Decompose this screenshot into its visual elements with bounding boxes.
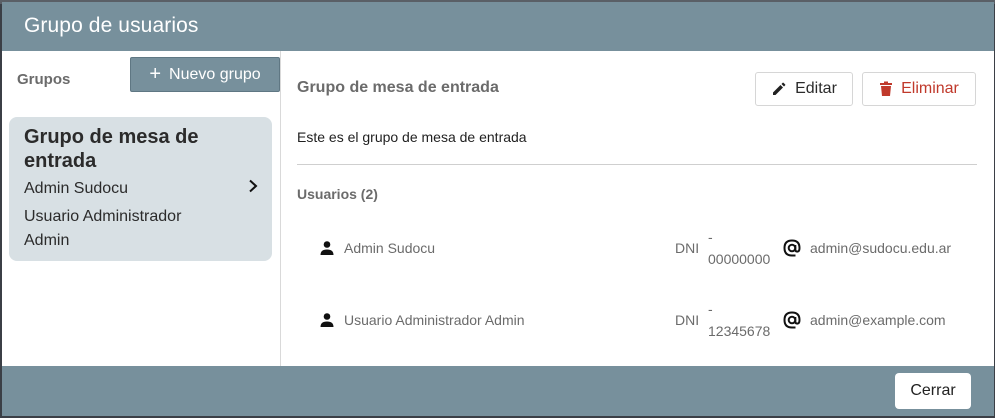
new-group-label: Nuevo grupo — [169, 65, 261, 83]
user-name: Usuario Administrador Admin — [344, 312, 525, 328]
dni-label: DNI — [675, 312, 700, 328]
groups-sidebar: Grupos + Nuevo grupo Grupo de mesa de en… — [2, 51, 281, 366]
dni-value: - 12345678 — [708, 301, 771, 339]
user-name: Admin Sudocu — [344, 240, 436, 256]
delete-label: Eliminar — [901, 80, 959, 97]
delete-button[interactable]: Eliminar — [862, 72, 976, 106]
pencil-icon — [771, 81, 787, 97]
edit-label: Editar — [795, 80, 837, 97]
user-row: Admin Sudocu DNI - 00000000 admin@sudocu… — [281, 226, 994, 286]
plus-icon: + — [149, 62, 162, 85]
group-description: Este es el grupo de mesa de entrada — [297, 129, 527, 145]
person-icon — [319, 312, 335, 328]
group-item-member: Usuario Administrador Admin — [24, 208, 182, 249]
edit-button[interactable]: Editar — [755, 72, 853, 106]
group-list-item[interactable]: Grupo de mesa de entrada Admin Sudocu Us… — [9, 117, 272, 261]
person-icon — [319, 240, 335, 256]
new-group-button[interactable]: + Nuevo grupo — [130, 57, 280, 92]
divider — [297, 164, 977, 165]
close-button[interactable]: Cerrar — [895, 373, 971, 409]
dni-value: - 00000000 — [708, 229, 771, 267]
groups-heading: Grupos — [17, 71, 71, 88]
group-dialog: Grupo de usuarios Grupos + Nuevo grupo G… — [2, 2, 994, 416]
user-email: admin@sudocu.edu.ar — [810, 240, 952, 256]
dialog-header: Grupo de usuarios — [2, 2, 994, 51]
dni-label: DNI — [675, 240, 700, 256]
dialog-title: Grupo de usuarios — [24, 14, 199, 37]
trash-icon — [879, 81, 893, 97]
user-email: admin@example.com — [810, 312, 946, 328]
detail-title: Grupo de mesa de entrada — [297, 79, 499, 96]
user-row: Usuario Administrador Admin DNI - 123456… — [281, 298, 994, 358]
at-sign-icon — [782, 310, 802, 330]
group-item-title: Grupo de mesa de entrada — [24, 126, 199, 172]
at-sign-icon — [782, 238, 802, 258]
chevron-right-icon — [246, 179, 260, 193]
users-heading: Usuarios (2) — [297, 186, 378, 202]
dialog-footer: Cerrar — [2, 366, 994, 416]
group-item-member: Admin Sudocu — [24, 180, 129, 197]
group-detail: Grupo de mesa de entrada Editar Eliminar… — [281, 51, 994, 366]
